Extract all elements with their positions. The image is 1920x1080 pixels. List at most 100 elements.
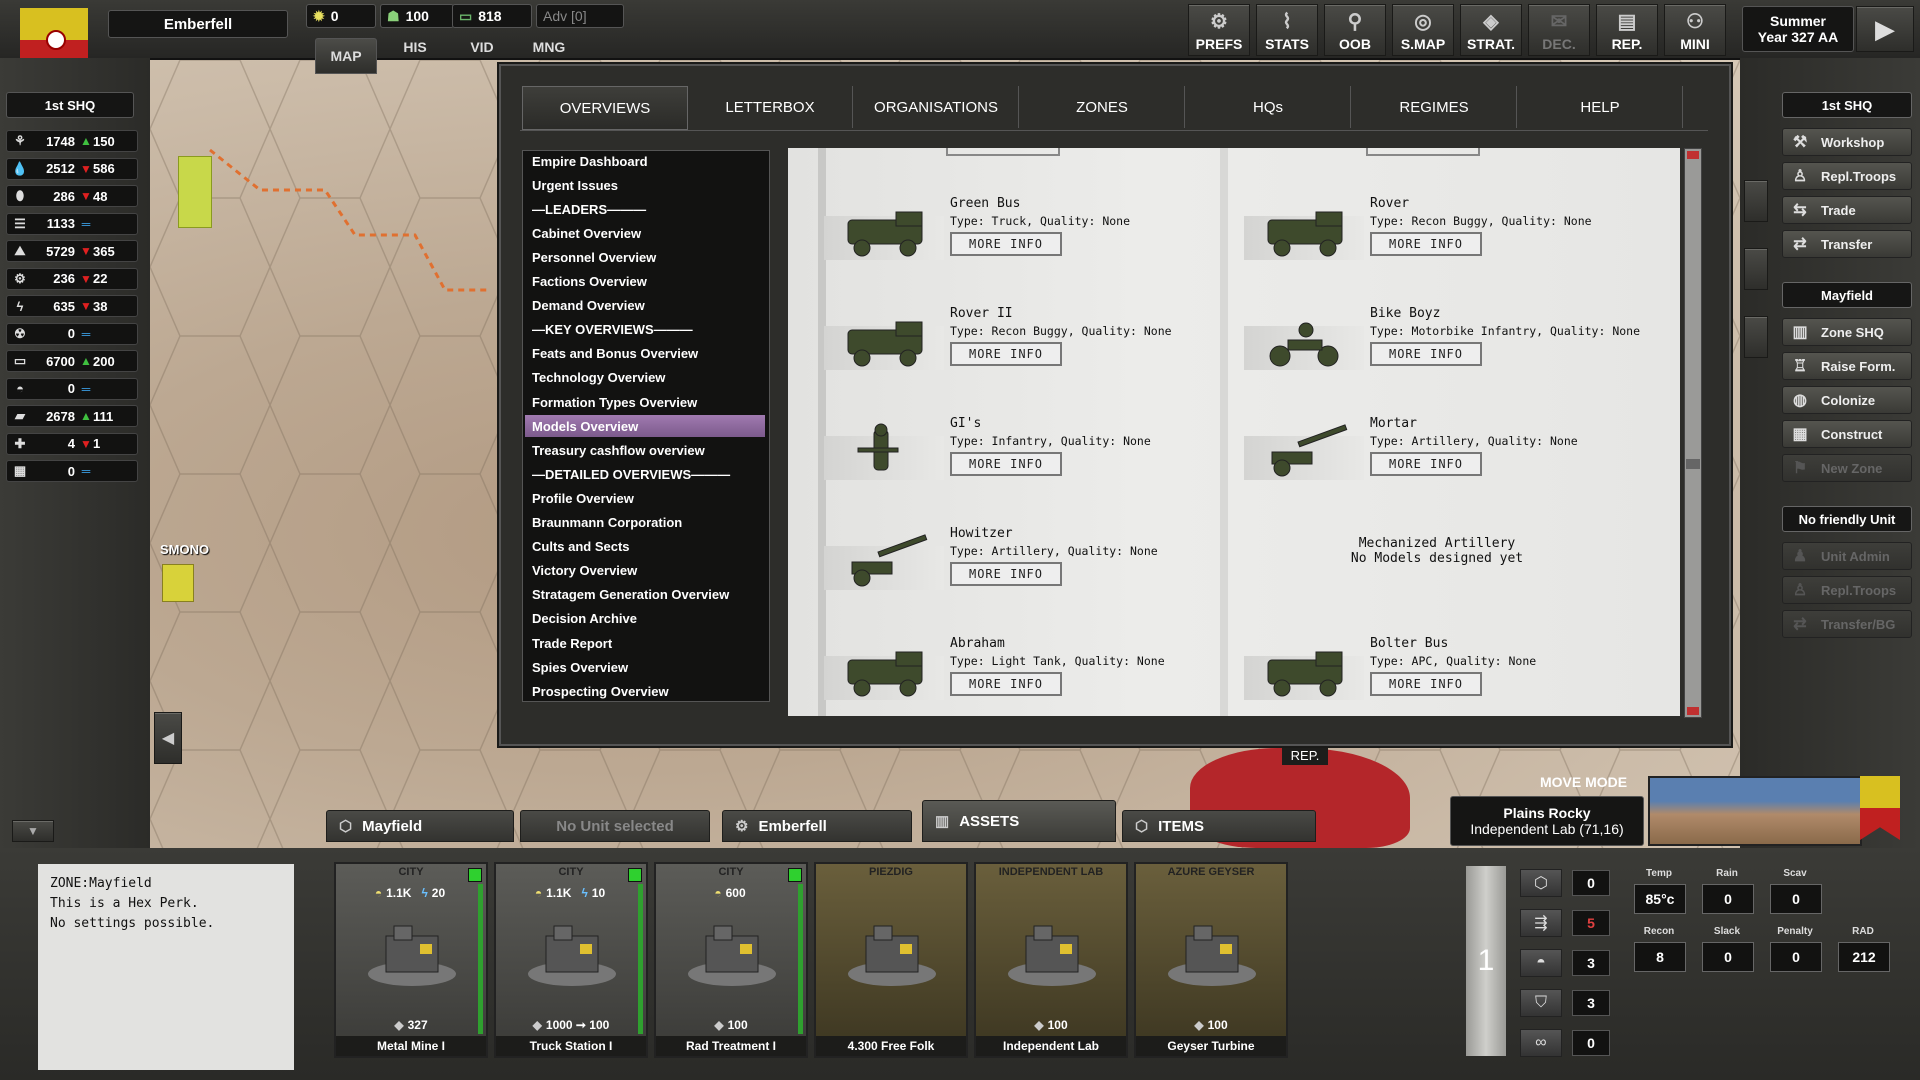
asset-card[interactable]: CITY ◓ 600 ◆ 100 Rad Treatment I <box>654 862 808 1058</box>
bottom-tab-emberfell[interactable]: ⚙ Emberfell <box>722 810 912 842</box>
smap-button[interactable]: ◎ S.MAP <box>1392 4 1454 56</box>
resource-row[interactable]: ⚘ 1748 ▲ 150 <box>6 130 138 152</box>
tab-overviews[interactable]: OVERVIEWS <box>522 86 688 130</box>
nav-item-treasury-cashflow-overview[interactable]: Treasury cashflow overview <box>532 439 762 461</box>
more-info-button[interactable]: MORE INFO <box>950 562 1062 586</box>
content-scrollbar[interactable] <box>1684 148 1702 718</box>
resource-row[interactable]: ⚙ 236 ▼ 22 <box>6 267 138 290</box>
resource-row[interactable]: ⛰ 5729 ▼ 365 <box>6 240 138 262</box>
nav-item-cults-and-sects[interactable]: Cults and Sects <box>532 536 762 558</box>
unit-admin-button[interactable]: ♟ Unit Admin <box>1782 542 1912 570</box>
rep-button[interactable]: ▤ REP. <box>1596 4 1658 56</box>
asset-card[interactable]: PIEZDIG 4.300 Free Folk <box>814 862 968 1058</box>
nav-item-braunmann-corporation[interactable]: Braunmann Corporation <box>532 512 762 534</box>
bottom-tab-no-unit-selected[interactable]: No Unit selected <box>520 810 710 842</box>
hq-label[interactable]: 1st SHQ <box>6 92 134 118</box>
resource-row[interactable]: 💧 2512 ▼ 586 <box>6 157 138 180</box>
strat-button[interactable]: ◈ STRAT. <box>1460 4 1522 56</box>
map-city-label[interactable]: SMONO <box>160 542 209 557</box>
raise-form--button[interactable]: ♖ Raise Form. <box>1782 352 1912 380</box>
model-card[interactable]: Rover Type: Recon Buggy, Quality: None MOR… <box>1244 182 1662 282</box>
resource-row[interactable]: ☰ 1133 ═ <box>6 212 138 235</box>
tab-help[interactable]: HELP <box>1518 86 1683 128</box>
resource-row[interactable]: ◓ 0 ═ <box>6 377 138 400</box>
nav-item-empire-dashboard[interactable]: Empire Dashboard <box>532 150 762 172</box>
asset-card[interactable]: CITY ◓ 1.1K ϟ 10 ◆ 1000 ➞ 100 Truck Station I <box>494 862 648 1058</box>
rep-map-label[interactable]: REP. <box>1282 745 1328 765</box>
colonize-button[interactable]: ◍ Colonize <box>1782 386 1912 414</box>
city-marker[interactable] <box>162 564 194 602</box>
new-zone-button[interactable]: ⚑ New Zone <box>1782 454 1912 482</box>
tab-organisations[interactable]: ORGANISATIONS <box>854 86 1019 128</box>
oob-button[interactable]: ⚲ OOB <box>1324 4 1386 56</box>
scroll-up-icon[interactable] <box>1687 151 1699 159</box>
model-card[interactable]: Bolter Bus Type: APC, Quality: None MORE I… <box>1244 622 1662 716</box>
tab-his[interactable]: HIS <box>385 36 445 58</box>
trade-button[interactable]: ⇆ Trade <box>1782 196 1912 224</box>
move-mode-label[interactable]: MOVE MODE <box>1540 774 1627 790</box>
tab-map[interactable]: MAP <box>315 38 377 74</box>
bottom-tab-mayfield[interactable]: ⬡ Mayfield <box>326 810 514 842</box>
nav-item-decision-archive[interactable]: Decision Archive <box>532 608 762 630</box>
unit-counter[interactable]: ⬡ 0 <box>1520 868 1610 898</box>
collapse-button[interactable]: ▼ <box>12 820 54 842</box>
nav-item-personnel-overview[interactable]: Personnel Overview <box>532 246 762 268</box>
more-info-button[interactable]: MORE INFO <box>950 232 1062 256</box>
prefs-button[interactable]: ⚙ PREFS <box>1188 4 1250 56</box>
resource-row[interactable]: ϟ 635 ▼ 38 <box>6 295 138 317</box>
more-info-button[interactable]: MORE INFO <box>950 452 1062 476</box>
nav-item-cabinet-overview[interactable]: Cabinet Overview <box>532 222 762 244</box>
side-toggle-3[interactable] <box>1744 316 1768 358</box>
nav-item-urgent-issues[interactable]: Urgent Issues <box>532 174 762 196</box>
more-info-button[interactable]: MORE INFO <box>1370 672 1482 696</box>
model-card[interactable]: GI's Type: Infantry, Quality: None MORE IN… <box>824 402 1242 502</box>
model-card[interactable]: Abraham Type: Light Tank, Quality: None MO… <box>824 622 1242 716</box>
construct-button[interactable]: ▦ Construct <box>1782 420 1912 448</box>
stack-count[interactable]: 1 <box>1466 866 1506 1056</box>
stats-button[interactable]: ⌇ STATS <box>1256 4 1318 56</box>
model-card[interactable]: Bike Boyz Type: Motorbike Infantry, Quali… <box>1244 292 1662 392</box>
workshop-button[interactable]: ⚒ Workshop <box>1782 128 1912 156</box>
unit-counter[interactable]: ⇶ 5 <box>1520 908 1610 938</box>
scroll-down-icon[interactable] <box>1687 707 1699 715</box>
tab-vid[interactable]: VID <box>452 36 512 58</box>
zone-shq-button[interactable]: ▥ Zone SHQ <box>1782 318 1912 346</box>
side-toggle-2[interactable] <box>1744 248 1768 290</box>
repl-troops-button[interactable]: ♙ Repl.Troops <box>1782 162 1912 190</box>
resource-row[interactable]: ▭ 6700 ▲ 200 <box>6 350 138 372</box>
tab-letterbox[interactable]: LETTERBOX <box>688 86 853 128</box>
bottom-tab-items[interactable]: ⬡ ITEMS <box>1122 810 1316 842</box>
nav-item-technology-overview[interactable]: Technology Overview <box>532 367 762 389</box>
resource-row[interactable]: ▦ 0 ═ <box>6 460 138 482</box>
bottom-tab-assets[interactable]: ▥ ASSETS <box>922 800 1116 842</box>
mini-button[interactable]: ⚇ MINI <box>1664 4 1726 56</box>
asset-card[interactable]: CITY ◓ 1.1K ϟ 20 ◆ 327 Metal Mine I <box>334 862 488 1058</box>
advisor-counter[interactable]: Adv [0] <box>536 4 624 28</box>
nav-item-feats-and-bonus-overview[interactable]: Feats and Bonus Overview <box>532 343 762 365</box>
more-info-button[interactable]: MORE INFO <box>950 342 1062 366</box>
nav-item-victory-overview[interactable]: Victory Overview <box>532 560 762 582</box>
models-content-pane[interactable]: Green Bus Type: Truck, Quality: None MORE … <box>788 148 1680 716</box>
right-hq-label[interactable]: 1st SHQ <box>1782 92 1912 118</box>
resource-row[interactable]: ⬮ 286 ▼ 48 <box>6 185 138 207</box>
resource-row[interactable]: ✚ 4 ▼ 1 <box>6 432 138 455</box>
nav-item-spies-overview[interactable]: Spies Overview <box>532 656 762 678</box>
unit-label[interactable]: No friendly Unit <box>1782 506 1912 532</box>
nav-item-profile-overview[interactable]: Profile Overview <box>532 487 762 509</box>
unit-counter[interactable]: ◓ 3 <box>1520 948 1610 978</box>
model-card[interactable]: Green Bus Type: Truck, Quality: None MORE … <box>824 182 1242 282</box>
nav-item-factions-overview[interactable]: Factions Overview <box>532 271 762 293</box>
transfer-bg-button[interactable]: ⇄ Transfer/BG <box>1782 610 1912 638</box>
more-info-button[interactable]: MORE INFO <box>1370 452 1482 476</box>
nav-item-formation-types-overview[interactable]: Formation Types Overview <box>532 391 762 413</box>
transfer-button[interactable]: ⇄ Transfer <box>1782 230 1912 258</box>
nav-item-trade-report[interactable]: Trade Report <box>532 632 762 654</box>
scrollbar-thumb[interactable] <box>1686 459 1700 469</box>
friendly-zone-marker[interactable] <box>178 156 212 228</box>
tab-regimes[interactable]: REGIMES <box>1352 86 1517 128</box>
more-info-button[interactable]: MORE INFO <box>1370 342 1482 366</box>
model-card[interactable]: Mortar Type: Artillery, Quality: None MORE… <box>1244 402 1662 502</box>
region-name[interactable]: Emberfell <box>108 10 288 38</box>
zone-label[interactable]: Mayfield <box>1782 282 1912 308</box>
repl-troops-button[interactable]: ♙ Repl.Troops <box>1782 576 1912 604</box>
